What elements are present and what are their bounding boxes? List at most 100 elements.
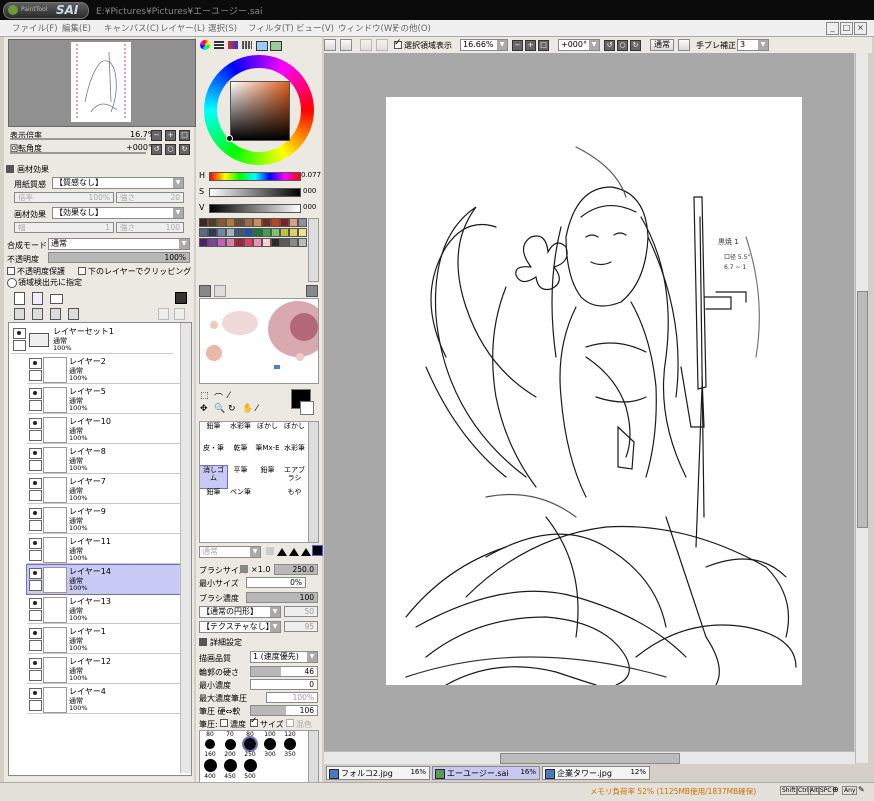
lock-icon[interactable] <box>29 370 42 381</box>
saturation-slider[interactable] <box>209 188 301 197</box>
color-swatch[interactable] <box>217 228 226 237</box>
menu-filter[interactable]: フィルタ(T) <box>248 22 294 34</box>
visibility-eye-icon[interactable] <box>29 358 42 369</box>
tool-eraser-selected[interactable]: 消しゴム <box>200 465 228 489</box>
preset-dot-350[interactable] <box>284 738 296 750</box>
brush-size-slider[interactable]: 250.0 <box>274 564 318 575</box>
saturation-value-square[interactable] <box>230 81 290 141</box>
swatch-scrollbar[interactable] <box>308 218 319 282</box>
zoom-slider[interactable] <box>10 138 146 140</box>
palette-tab-icon[interactable] <box>242 41 252 49</box>
layer-row[interactable]: レイヤー7 通常 100% <box>27 475 189 504</box>
horizontal-scroll-thumb[interactable] <box>500 753 680 764</box>
rotate-left-icon[interactable]: ↺ <box>151 144 162 155</box>
color-swatch[interactable] <box>298 218 307 227</box>
visibility-eye-icon[interactable] <box>29 688 42 699</box>
visibility-off-icon[interactable] <box>29 628 42 639</box>
color-swatch[interactable] <box>217 238 226 247</box>
brush-shape-dropdown[interactable]: 【通常の円形】 <box>199 606 281 618</box>
visibility-off-icon[interactable] <box>29 538 42 549</box>
lock-icon[interactable] <box>13 340 26 351</box>
color-swatch[interactable] <box>199 238 208 247</box>
layer-row[interactable]: レイヤー5 通常 100% <box>27 385 189 414</box>
pressure-density-checkbox[interactable] <box>220 719 228 727</box>
delete-layer-icon[interactable] <box>68 308 79 320</box>
color-swatch[interactable] <box>253 218 262 227</box>
preset-dot-300[interactable] <box>264 738 276 750</box>
maximize-button[interactable]: □ <box>840 22 853 35</box>
scratch-extra-icon[interactable] <box>214 285 226 297</box>
preserve-opacity-checkbox[interactable] <box>7 267 15 275</box>
merge-down-icon[interactable] <box>32 308 43 320</box>
texture-scale-slider[interactable]: 倍率 100% <box>14 192 114 203</box>
preset-dot-250-selected[interactable] <box>242 736 258 752</box>
color-swatch[interactable] <box>280 228 289 237</box>
visibility-eye-icon[interactable] <box>29 418 42 429</box>
color-swatch[interactable] <box>244 218 253 227</box>
color-swatch[interactable] <box>199 228 208 237</box>
color-swatch[interactable] <box>235 218 244 227</box>
new-linework-layer-icon[interactable] <box>32 292 43 305</box>
hsv-slider-tab-icon[interactable] <box>228 41 238 49</box>
effect-width-slider[interactable]: 幅 1 <box>14 222 114 233</box>
undo-icon[interactable] <box>324 39 336 51</box>
color-swatch[interactable] <box>262 218 271 227</box>
pressure-size-checkbox[interactable] <box>250 716 258 727</box>
shape-triangle-3-icon[interactable] <box>301 548 311 556</box>
color-swatch[interactable] <box>217 218 226 227</box>
new-layer-icon[interactable] <box>14 292 25 305</box>
preset-dot-400[interactable] <box>204 759 217 772</box>
undo-scratch-icon[interactable] <box>199 285 211 297</box>
tool-pencil[interactable]: 鉛筆 <box>200 422 227 444</box>
rotate-right-icon[interactable]: ↻ <box>179 144 190 155</box>
rotation-dropdown[interactable]: +000° <box>558 39 600 51</box>
tool-haze[interactable]: もや <box>281 488 308 510</box>
size-multiplier-icon[interactable] <box>240 565 248 573</box>
shape-triangle-2-icon[interactable] <box>289 548 299 556</box>
tool-watercolor[interactable]: 水彩筆 <box>227 422 254 444</box>
tool-flat-brush[interactable]: 平筆 <box>227 466 254 488</box>
color-swatch[interactable] <box>208 218 217 227</box>
scratchpad-tab-icon[interactable] <box>270 41 282 51</box>
color-swatch[interactable] <box>235 228 244 237</box>
canvas-horizontal-scrollbar[interactable] <box>324 751 855 764</box>
max-density-pressure-slider[interactable]: 100% <box>266 692 318 703</box>
crop-icon[interactable] <box>376 39 388 51</box>
canvas-vertical-scrollbar[interactable] <box>855 53 868 763</box>
canvas-page[interactable]: 黒焼 1 口径 5.5" 6.7 ~ 1 <box>386 97 802 686</box>
color-swatch[interactable] <box>289 218 298 227</box>
eyedropper-icon[interactable]: ⁄ <box>256 404 258 414</box>
opacity-slider[interactable]: 100% <box>48 252 190 263</box>
rotation-slider[interactable] <box>10 152 146 154</box>
edge-hardness-slider[interactable]: 46 <box>250 666 318 677</box>
rgb-slider-tab-icon[interactable] <box>214 41 224 49</box>
vertical-scroll-thumb[interactable] <box>857 291 868 528</box>
tool-watercolor-2[interactable]: 水彩筆 <box>281 444 308 466</box>
clip-lower-checkbox[interactable] <box>78 267 86 275</box>
scratch-menu-icon[interactable] <box>306 285 318 297</box>
move-icon[interactable]: ✥ <box>200 404 208 414</box>
color-swatch[interactable] <box>298 228 307 237</box>
close-button[interactable]: × <box>854 22 867 35</box>
canvas-viewport[interactable]: 黒焼 1 口径 5.5" 6.7 ~ 1 <box>324 53 854 763</box>
layer-menu-icon[interactable] <box>175 292 187 304</box>
zoom-out-icon[interactable]: − <box>151 130 162 141</box>
tool-dry-brush[interactable]: 乾筆 <box>227 444 254 466</box>
zoom-icon[interactable]: 🔍 <box>214 404 225 414</box>
color-picker-cursor-icon[interactable] <box>226 135 233 142</box>
flip-icon[interactable] <box>678 39 690 51</box>
menu-select[interactable]: 選択(S) <box>208 22 237 34</box>
menu-view[interactable]: ビュー(V) <box>296 22 334 34</box>
lock-icon[interactable] <box>29 430 42 441</box>
tool-blur-2[interactable]: ぼかし <box>281 422 308 444</box>
shape-square-icon[interactable] <box>266 547 274 555</box>
navigator-preview[interactable] <box>8 39 196 127</box>
quality-dropdown[interactable]: 1 (速度優先) <box>250 651 318 663</box>
layer-extra-icon-1[interactable] <box>158 308 169 320</box>
effect-strength-slider[interactable]: 強さ 100 <box>116 222 184 233</box>
layer-row[interactable]: レイヤー11 通常 100% <box>27 535 189 564</box>
zoom-in-icon[interactable]: + <box>165 130 176 141</box>
shape-flat-icon[interactable] <box>312 545 323 556</box>
brush-texture-dropdown[interactable]: 【テクスチャなし】 <box>199 621 281 633</box>
transfer-down-icon[interactable] <box>14 308 25 320</box>
